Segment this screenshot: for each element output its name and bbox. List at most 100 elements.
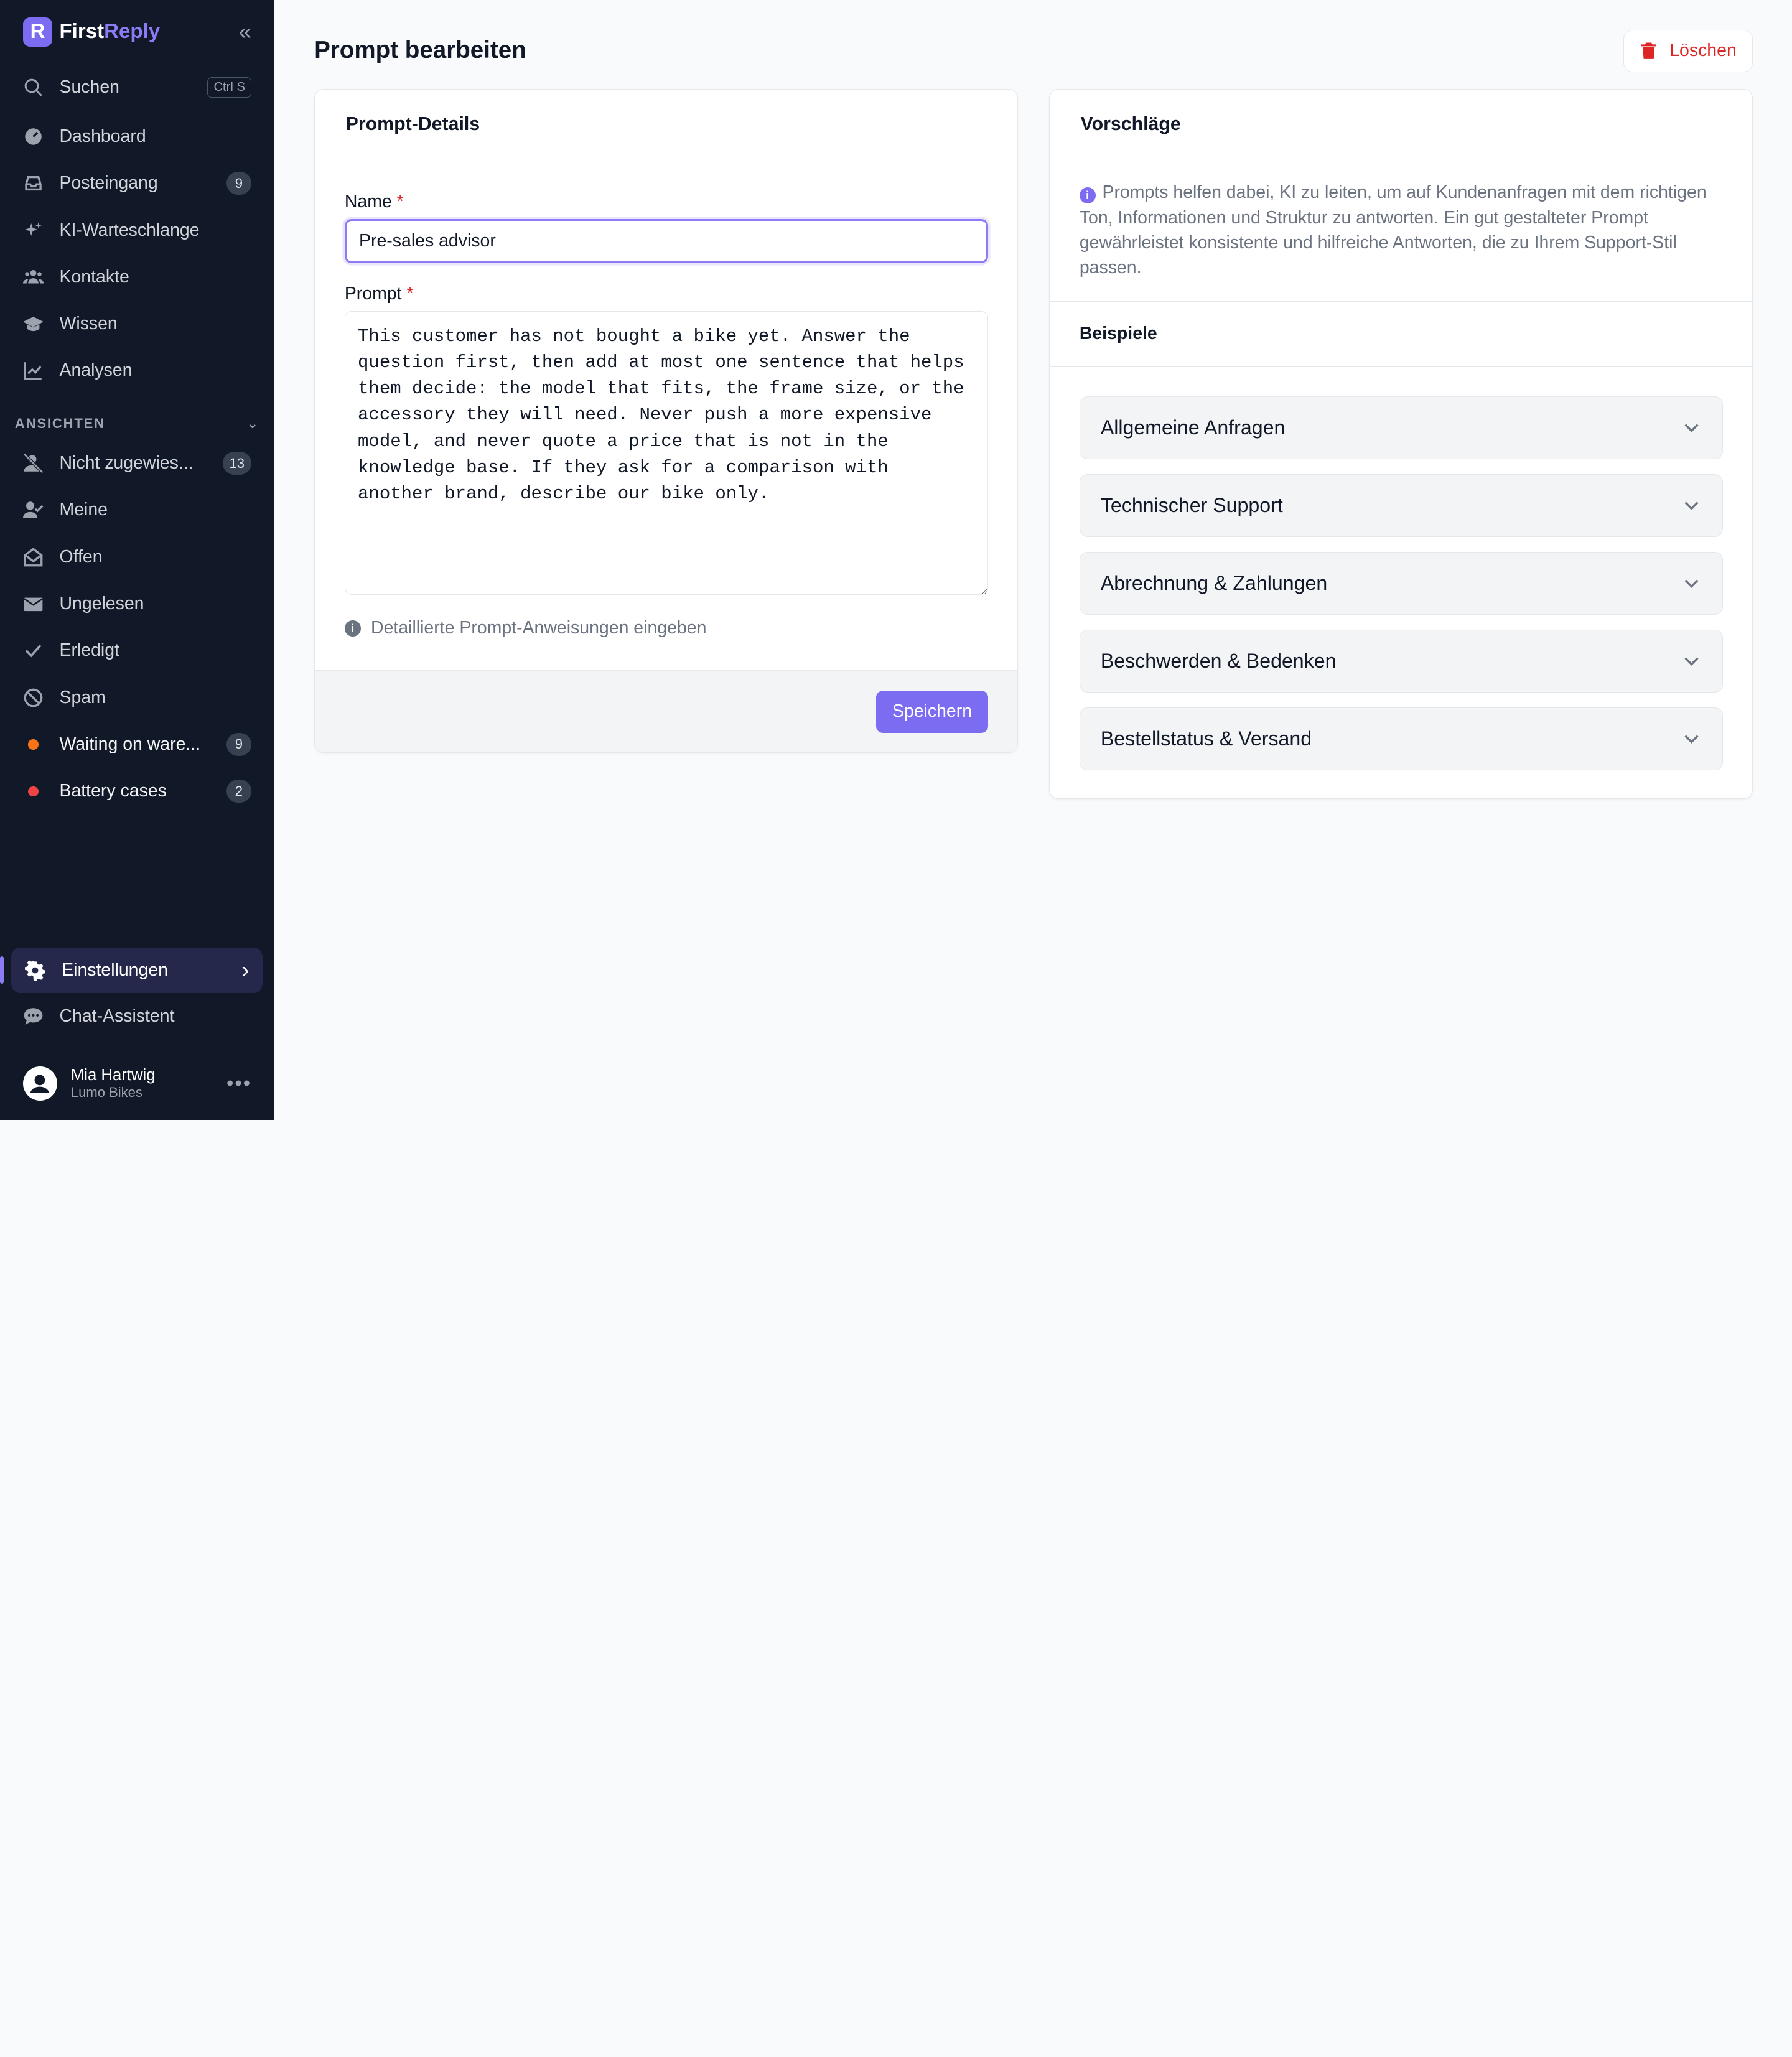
suggestions-card: Vorschläge i Prompts helfen dabei, KI zu …: [1049, 89, 1753, 799]
save-button[interactable]: Speichern: [876, 690, 988, 733]
search-button[interactable]: Suchen Ctrl S: [0, 64, 274, 111]
sidebar-label-battery-cases[interactable]: Battery cases 2: [0, 768, 274, 814]
sidebar-item-label: Waiting on ware...: [59, 734, 201, 754]
more-options-icon[interactable]: •••: [226, 1072, 251, 1096]
sidebar-item-label: Erledigt: [59, 640, 119, 661]
sidebar-item-label: Dashboard: [59, 126, 146, 146]
search-icon: [23, 77, 44, 98]
sidebar-item-dashboard[interactable]: Dashboard: [0, 113, 274, 160]
inbox-icon: [23, 173, 44, 194]
sidebar-item-posteingang[interactable]: Posteingang 9: [0, 160, 274, 207]
user-company: Lumo Bikes: [70, 1084, 142, 1101]
sidebar-item-einstellungen[interactable]: Einstellungen ›: [0, 947, 263, 994]
sidebar: R FirstReply « Suchen Ctrl S Dashboard P…: [0, 0, 274, 1120]
example-title: Beschwerden & Bedenken: [1100, 650, 1337, 673]
sidebar-item-ki-warteschlange[interactable]: KI-Warteschlange: [0, 207, 274, 253]
suggestions-info: i Prompts helfen dabei, KI zu leiten, um …: [1050, 159, 1753, 302]
sidebar-item-label: Posteingang: [59, 173, 158, 194]
delete-button[interactable]: Löschen: [1623, 29, 1753, 72]
sidebar-item-wissen[interactable]: Wissen: [0, 301, 274, 347]
trash-icon: [1641, 42, 1656, 59]
prompt-details-footer: Speichern: [315, 670, 1018, 753]
example-accordion[interactable]: Allgemeine Anfragen: [1079, 396, 1723, 460]
examples-list: Allgemeine Anfragen Technischer Support …: [1050, 367, 1752, 800]
views-section-header[interactable]: ANSICHTEN ⌄: [0, 408, 274, 440]
brand-header: R FirstReply «: [0, 0, 274, 64]
sidebar-item-offen[interactable]: Offen: [0, 534, 274, 581]
examples-header: Beispiele: [1050, 302, 1753, 367]
prompt-hint: i Detaillierte Prompt-Anweisungen eingeb…: [344, 618, 988, 638]
chevron-down-icon: [1684, 424, 1699, 433]
chevron-down-icon: [1684, 579, 1699, 588]
example-title: Allgemeine Anfragen: [1100, 416, 1286, 439]
sidebar-item-meine[interactable]: Meine: [0, 487, 274, 533]
delete-label: Löschen: [1669, 40, 1737, 61]
sidebar-item-kontakte[interactable]: Kontakte: [0, 254, 274, 301]
avatar: [22, 1066, 57, 1101]
sidebar-item-erledigt[interactable]: Erledigt: [0, 627, 274, 674]
views-section-label: ANSICHTEN: [14, 416, 105, 432]
prompt-hint-text: Detaillierte Prompt-Anweisungen eingeben: [371, 618, 707, 638]
check-icon: [23, 640, 44, 661]
dashboard-icon: [23, 126, 44, 147]
sidebar-item-spam[interactable]: Spam: [0, 674, 274, 721]
sidebar-item-ungelesen[interactable]: Ungelesen: [0, 581, 274, 627]
sidebar-item-analysen[interactable]: Analysen: [0, 347, 274, 394]
search-shortcut: Ctrl S: [207, 77, 252, 98]
suggestions-header: Vorschläge: [1050, 90, 1753, 160]
suggestions-info-text: Prompts helfen dabei, KI zu leiten, um a…: [1079, 182, 1707, 278]
graduation-cap-icon: [22, 314, 44, 334]
user-name: Mia Hartwig: [70, 1066, 156, 1084]
name-input[interactable]: [344, 218, 988, 264]
sidebar-item-label: Offen: [59, 546, 103, 567]
sidebar-item-label: Analysen: [59, 360, 133, 381]
logo-icon: R: [22, 17, 53, 47]
chevron-down-icon: ⌄: [246, 416, 259, 432]
label-dot-icon: [23, 734, 44, 755]
collapse-sidebar-icon[interactable]: «: [239, 19, 251, 45]
example-accordion[interactable]: Beschwerden & Bedenken: [1079, 630, 1723, 693]
user-avatar-icon: [30, 1075, 50, 1093]
info-icon: i: [1079, 187, 1096, 204]
envelope-open-icon: [23, 547, 44, 567]
sidebar-item-chat-assistent[interactable]: Chat-Assistent: [0, 993, 274, 1040]
sparkles-icon: [23, 220, 44, 241]
label-count-badge: 9: [226, 733, 252, 756]
main-content: Prompt bearbeiten Löschen Prompt-Details…: [274, 0, 1792, 1120]
example-accordion[interactable]: Bestellstatus & Versand: [1079, 707, 1723, 770]
sidebar-item-label: Meine: [59, 500, 108, 520]
label-count-badge: 2: [226, 780, 252, 803]
sidebar-item-label: Spam: [59, 687, 106, 707]
info-icon: i: [344, 620, 361, 637]
example-accordion[interactable]: Technischer Support: [1079, 474, 1723, 538]
unassigned-count-badge: 13: [222, 452, 252, 475]
user-info: Mia Hartwig Lumo Bikes: [71, 1066, 156, 1101]
sidebar-item-label: Chat-Assistent: [59, 1006, 175, 1027]
sidebar-item-label: Ungelesen: [59, 594, 144, 614]
page-title: Prompt bearbeiten: [314, 36, 526, 63]
prompt-field-label: Prompt *: [345, 284, 988, 304]
user-check-icon: [22, 500, 44, 520]
label-dot-icon: [23, 781, 44, 801]
example-accordion[interactable]: Abrechnung & Zahlungen: [1079, 552, 1723, 615]
example-title: Technischer Support: [1100, 494, 1283, 517]
prompt-details-card: Prompt-Details Name * Prompt * This cust…: [314, 89, 1019, 753]
ban-icon: [23, 688, 44, 708]
brand-logo[interactable]: R FirstReply: [22, 17, 160, 47]
inbox-count-badge: 9: [226, 172, 252, 195]
required-marker: *: [406, 284, 414, 304]
sidebar-item-label: Wissen: [59, 314, 118, 334]
brand-name: FirstReply: [59, 20, 160, 44]
users-icon: [22, 267, 44, 287]
search-label: Suchen: [59, 77, 119, 97]
sidebar-item-nicht-zugewiesen[interactable]: Nicht zugewies... 13: [0, 440, 274, 487]
gear-icon: [25, 960, 46, 981]
prompt-textarea[interactable]: This customer has not bought a bike yet.…: [344, 311, 988, 595]
sidebar-item-label: Kontakte: [59, 266, 129, 287]
sidebar-footer: Einstellungen › Chat-Assistent Mia Hartw…: [0, 947, 274, 1120]
envelope-icon: [23, 594, 44, 614]
sidebar-item-label: Nicht zugewies...: [59, 453, 194, 473]
user-profile[interactable]: Mia Hartwig Lumo Bikes •••: [0, 1047, 274, 1120]
sidebar-label-waiting-on-warehouse[interactable]: Waiting on ware... 9: [0, 721, 274, 768]
brand-name-part2: Reply: [104, 20, 161, 44]
